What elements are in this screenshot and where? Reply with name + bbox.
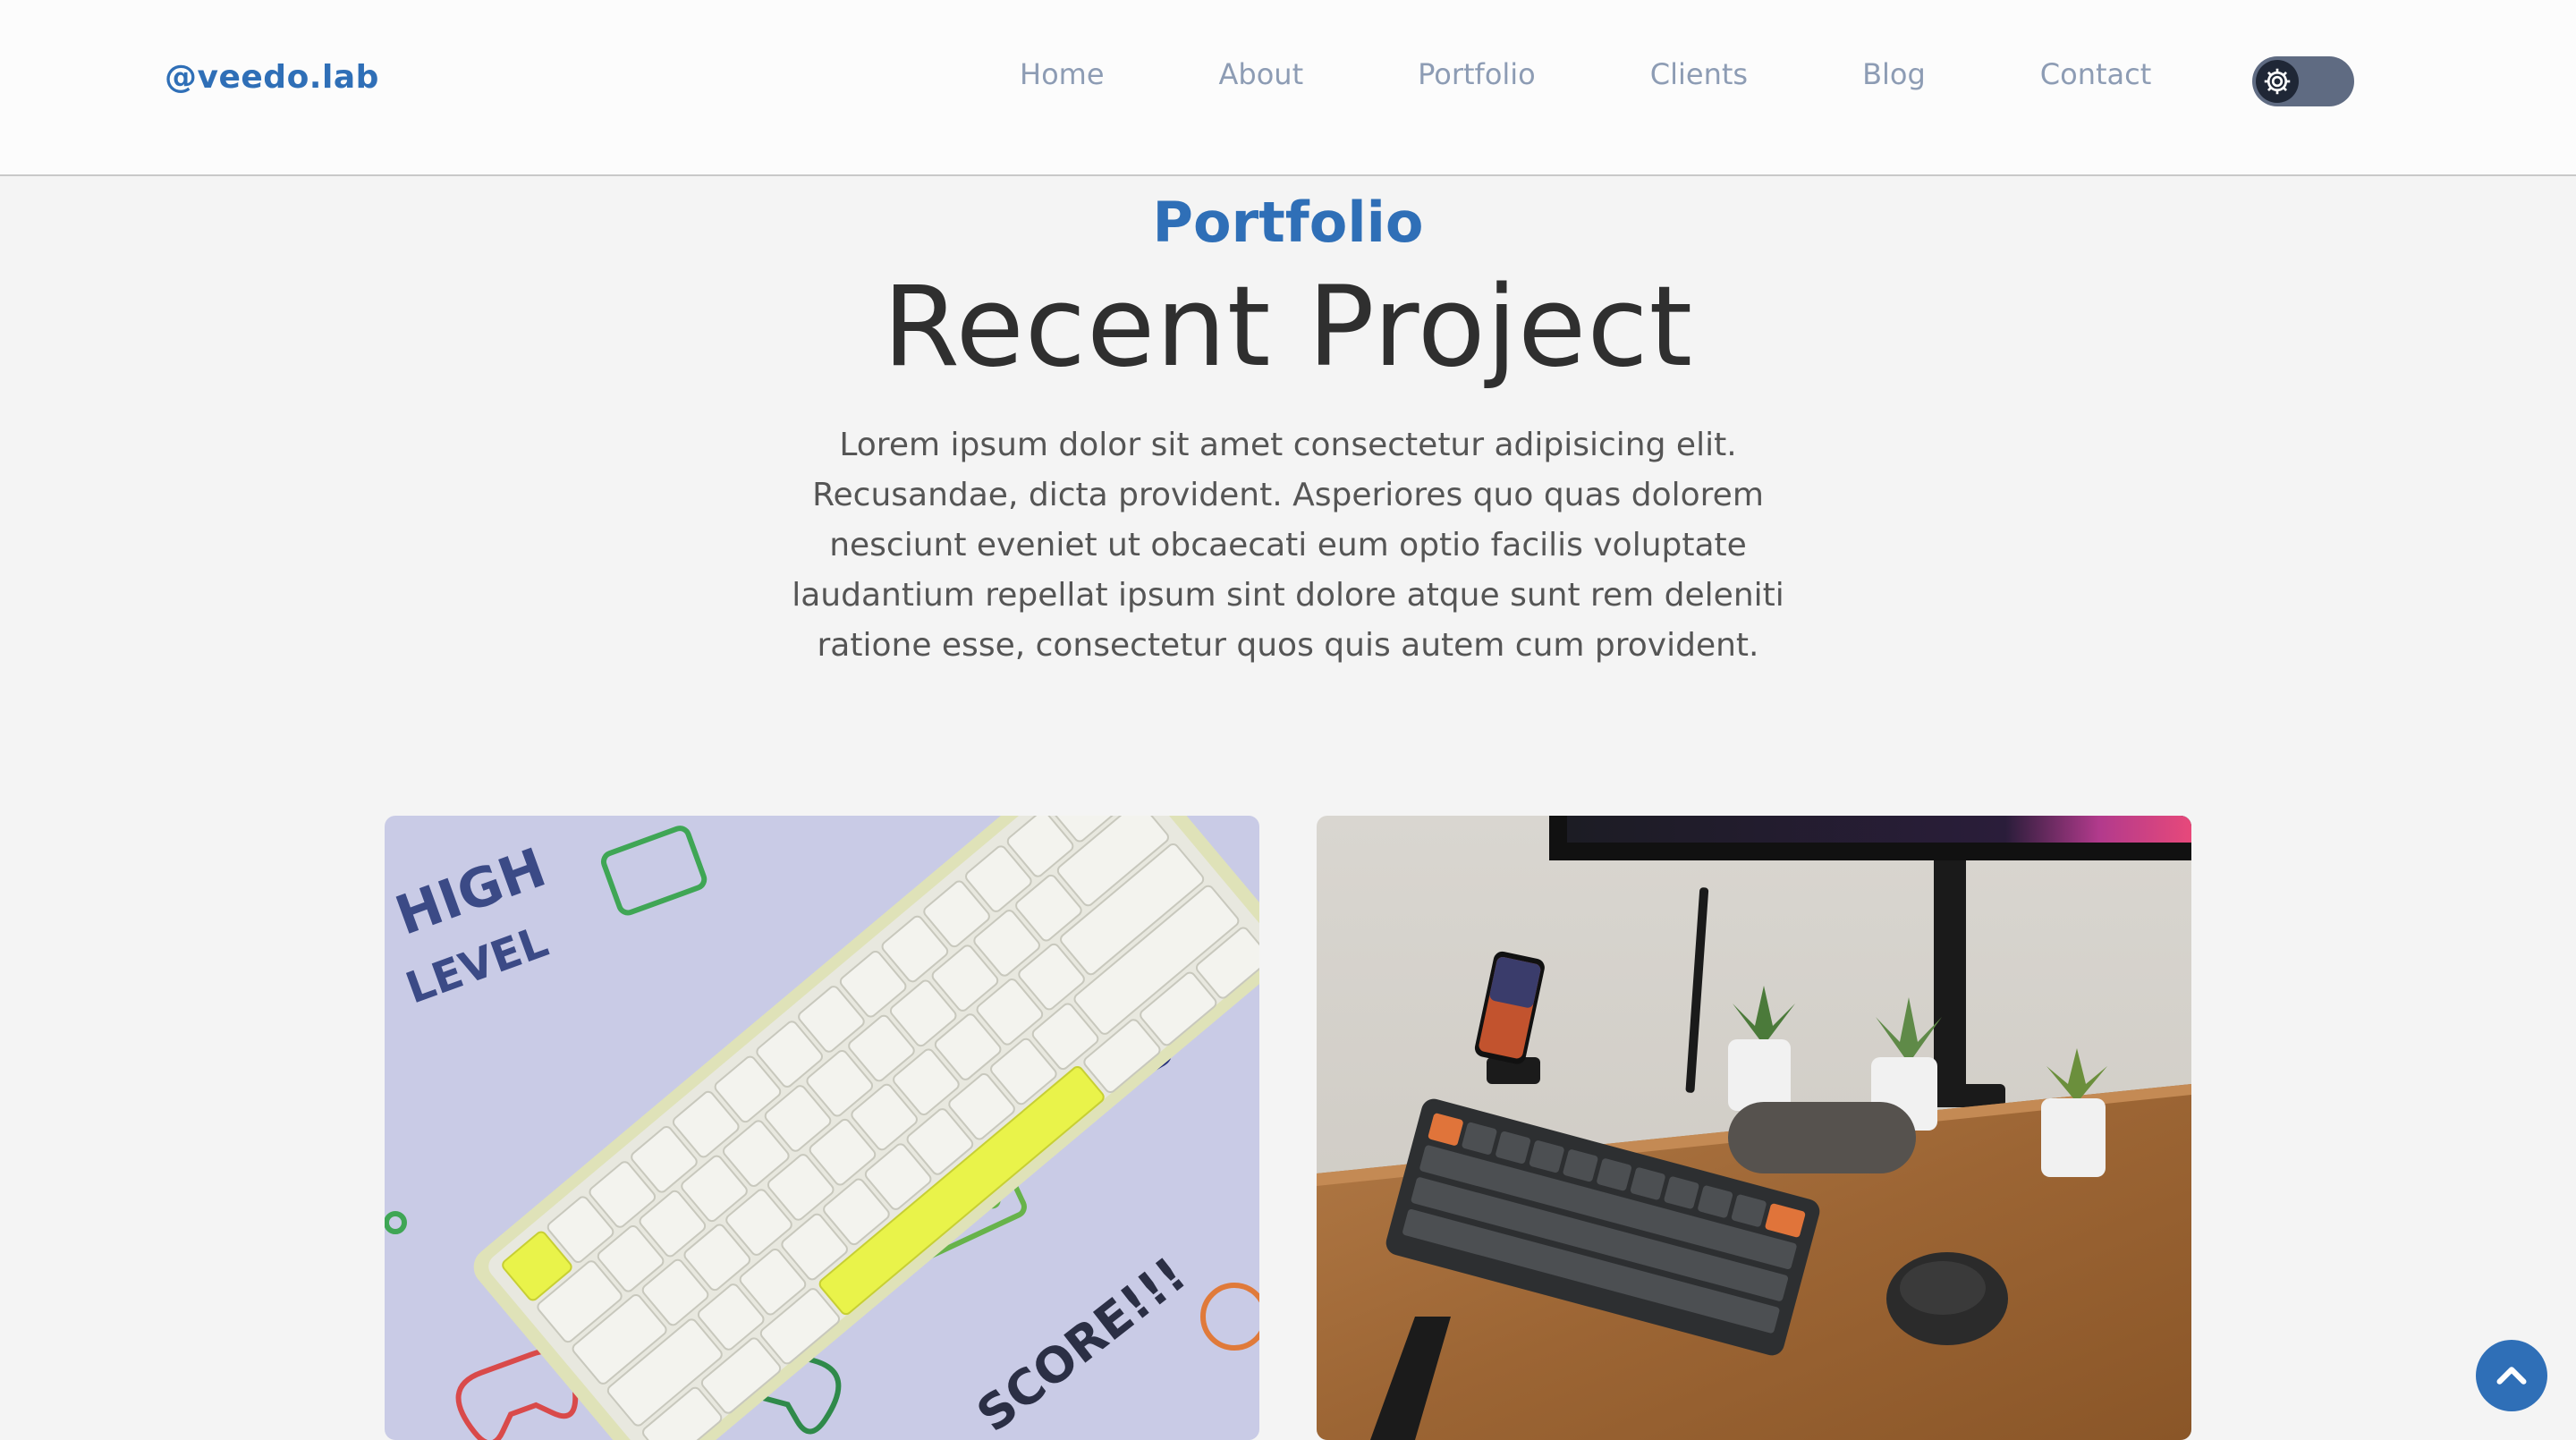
desk-setup-photo [1317, 816, 2191, 1440]
nav-clients[interactable]: Clients [1650, 57, 1748, 91]
chevron-up-icon [2496, 1367, 2527, 1385]
nav-blog[interactable]: Blog [1862, 57, 1926, 91]
back-to-top-button[interactable] [2476, 1340, 2547, 1411]
nav-home[interactable]: Home [1020, 57, 1105, 91]
project-card[interactable] [1317, 816, 2191, 1440]
site-header: @veedo.lab Home About Portfolio Clients … [0, 0, 2576, 176]
nav-about[interactable]: About [1219, 57, 1304, 91]
keyboard-mousepad-photo: HIGH LEVEL SCORE!!! [385, 816, 1259, 1440]
gear-icon [2264, 68, 2291, 95]
section-tag: Portfolio [1152, 190, 1424, 255]
section-title: Recent Project [882, 263, 1694, 392]
site-logo[interactable]: @veedo.lab [165, 59, 379, 96]
theme-toggle-knob [2256, 60, 2299, 103]
theme-toggle[interactable] [2252, 56, 2354, 106]
project-card[interactable]: HIGH LEVEL SCORE!!! [385, 816, 1259, 1440]
nav-contact[interactable]: Contact [2040, 57, 2152, 91]
section-description: Lorem ipsum dolor sit amet consectetur a… [792, 427, 1784, 664]
main-nav: Home About Portfolio Clients Blog Contac… [1020, 57, 2151, 91]
nav-portfolio[interactable]: Portfolio [1418, 57, 1536, 91]
